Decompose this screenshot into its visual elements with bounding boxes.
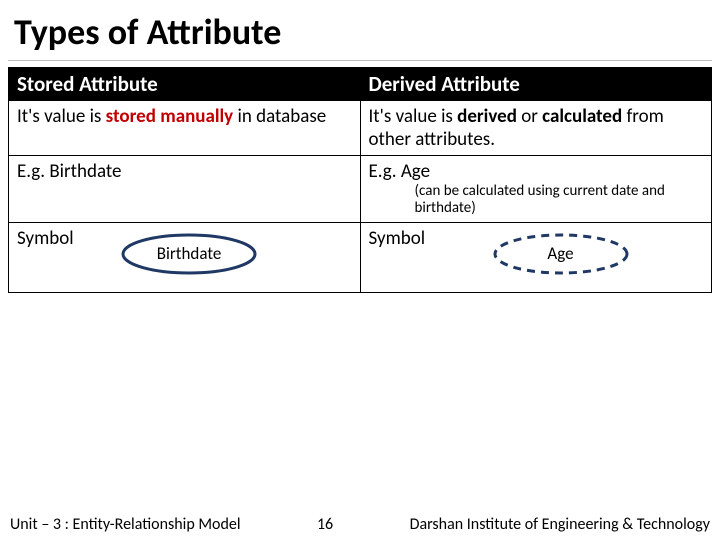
ellipse-label: Age [491, 231, 631, 277]
symbol-label: Symbol [17, 227, 74, 250]
table-row: E.g. Birthdate E.g. Age (can be calculat… [9, 156, 712, 223]
text: E.g. Age [369, 160, 431, 183]
table-header-row: Stored Attribute Derived Attribute [9, 68, 712, 101]
cell-derived-def: It's value is derived or calculated from… [360, 101, 712, 156]
footer-page: 16 [241, 515, 410, 534]
table-row: Symbol Birthdate Symbol Age [9, 222, 712, 292]
bold-text: calculated [542, 105, 622, 128]
header-derived: Derived Attribute [360, 68, 712, 101]
title-divider [8, 60, 712, 61]
text: It's value is [369, 105, 458, 128]
slide: Types of Attribute Stored Attribute Deri… [0, 0, 720, 540]
emphasis-text: stored manually [106, 105, 234, 128]
cell-stored-symbol: Symbol Birthdate [9, 222, 361, 292]
ellipse-solid-wrap: Birthdate [119, 231, 259, 277]
ellipse-label: Birthdate [119, 231, 259, 277]
cell-derived-example: E.g. Age (can be calculated using curren… [360, 156, 712, 223]
slide-title: Types of Attribute [0, 0, 720, 58]
bold-text: derived [457, 105, 517, 128]
comparison-table: Stored Attribute Derived Attribute It's … [8, 67, 712, 293]
symbol-label: Symbol [369, 227, 426, 250]
footer: Unit – 3 : Entity-Relationship Model 16 … [0, 515, 720, 534]
cell-stored-def: It's value is stored manually in databas… [9, 101, 361, 156]
footer-org: Darshan Institute of Engineering & Techn… [410, 515, 720, 534]
table-row: It's value is stored manually in databas… [9, 101, 712, 156]
cell-stored-example: E.g. Birthdate [9, 156, 361, 223]
text: It's value is [17, 105, 106, 128]
example-note: (can be calculated using current date an… [369, 183, 704, 218]
ellipse-dashed-wrap: Age [491, 231, 631, 277]
header-stored: Stored Attribute [9, 68, 361, 101]
text: or [517, 105, 542, 128]
cell-derived-symbol: Symbol Age [360, 222, 712, 292]
text: in database [233, 105, 326, 128]
footer-unit: Unit – 3 : Entity-Relationship Model [0, 515, 241, 534]
